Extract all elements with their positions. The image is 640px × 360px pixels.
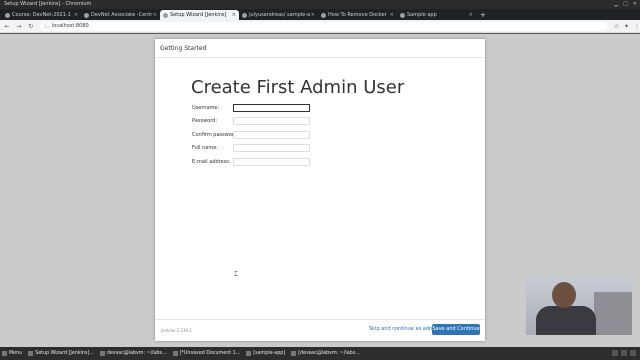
taskbar-item-label: [sample-app] <box>253 351 286 356</box>
confirm-password-label: Confirm password: <box>192 131 239 138</box>
tab-label: julyusandreas/ sample-a <box>249 12 311 18</box>
confirm-password-row: Confirm password: <box>192 128 310 142</box>
tab-setup-wizard[interactable]: Setup Wizard [Jenkins] × <box>160 10 239 20</box>
password-label: Password: <box>192 118 218 125</box>
terminal-icon <box>291 351 297 356</box>
tab-close-icon[interactable]: × <box>390 10 394 20</box>
webcam-person-head <box>552 282 576 308</box>
page-title: Create First Admin User <box>191 77 405 98</box>
browser-toolbar: ← → ↻ ⓘ localhost:8080 ☆ ✦ ⋮ <box>0 20 640 33</box>
tab-favicon-icon <box>5 13 10 18</box>
taskbar-menu[interactable]: Menu <box>2 351 22 356</box>
tab-close-icon[interactable]: × <box>469 10 473 20</box>
full-name-field[interactable] <box>233 144 310 153</box>
username-field[interactable] <box>233 103 310 112</box>
taskbar-item-label: Setup Wizard [Jenkins]... <box>35 351 94 356</box>
toolbar-icons: ☆ ✦ ⋮ <box>614 23 640 30</box>
tab-close-icon[interactable]: × <box>232 10 236 20</box>
taskbar-item-label: Menu <box>9 351 23 356</box>
window-titlebar: Setup Wizard [Jenkins] - Chromium ▁ □ ✕ <box>0 0 640 9</box>
save-and-continue-button[interactable]: Save and Continue <box>432 324 480 335</box>
full-name-row: Full name: <box>192 142 310 156</box>
tab-label: Setup Wizard [Jenkins] <box>170 12 227 18</box>
tab-label: DevNet Associate -Centr <box>91 12 153 18</box>
close-window-icon[interactable]: ✕ <box>633 0 637 9</box>
chromium-icon <box>28 351 34 356</box>
new-tab-icon[interactable]: + <box>480 10 486 20</box>
tab-favicon-icon <box>400 13 405 18</box>
tab-favicon-icon <box>242 13 247 18</box>
taskbar-item-label: [*Unsaved Document 1... <box>179 351 241 356</box>
full-name-label: Full name: <box>192 145 219 152</box>
site-info-icon[interactable]: ⓘ <box>44 23 49 30</box>
dialog-header: Getting Started <box>155 39 485 58</box>
email-row: E-mail address: <box>192 155 310 169</box>
folder-icon <box>246 351 252 356</box>
webcam-shelf <box>594 292 632 335</box>
tab-course[interactable]: Course: DevNet-2021-1 × <box>2 10 81 20</box>
password-row: Password: <box>192 115 310 129</box>
webcam-person-body <box>536 306 596 335</box>
taskbar-item-label: [devasc@labvm: ~/labs... <box>298 351 360 356</box>
tab-label: Course: DevNet-2021-1 <box>12 12 71 18</box>
text-editor-icon <box>172 351 178 356</box>
taskbar-item-editor[interactable]: [*Unsaved Document 1... <box>172 351 241 356</box>
tab-strip: Course: DevNet-2021-1 × DevNet Associate… <box>0 9 640 20</box>
setup-wizard-dialog: Getting Started Create First Admin User … <box>155 39 485 341</box>
username-label: Username: <box>192 104 220 111</box>
bookmark-star-icon[interactable]: ☆ <box>614 23 619 30</box>
back-icon[interactable]: ← <box>2 23 12 30</box>
tab-favicon-icon <box>84 13 89 18</box>
email-label: E-mail address: <box>192 158 231 165</box>
reload-icon[interactable]: ↻ <box>26 23 36 30</box>
tab-remove-docker[interactable]: How To Remove Docker × <box>318 10 397 20</box>
confirm-password-field[interactable] <box>233 130 310 139</box>
taskbar-item-label: devasc@labvm: ~/labs... <box>106 351 167 356</box>
window-controls: ▁ □ ✕ <box>614 0 637 9</box>
clock-icon[interactable] <box>630 350 636 356</box>
mouse-cursor-icon: ⌶ <box>234 271 238 278</box>
extensions-icon[interactable]: ✦ <box>624 23 629 30</box>
minimize-icon[interactable]: ▁ <box>614 0 618 9</box>
tab-close-icon[interactable]: × <box>153 10 157 20</box>
tab-label: Sample app <box>407 12 437 18</box>
tab-github-sample[interactable]: julyusandreas/ sample-a × <box>239 10 318 20</box>
taskbar-item-terminal[interactable]: devasc@labvm: ~/labs... <box>99 351 167 356</box>
os-taskbar: Menu Setup Wizard [Jenkins]... devasc@la… <box>0 347 640 360</box>
forward-icon[interactable]: → <box>14 23 24 30</box>
webcam-overlay <box>526 276 632 335</box>
skip-continue-admin-link[interactable]: Skip and continue as admin <box>369 326 438 332</box>
address-url: localhost:8080 <box>51 23 89 29</box>
maximize-icon[interactable]: □ <box>623 0 628 9</box>
tab-favicon-icon <box>321 13 326 18</box>
network-icon[interactable] <box>612 350 618 356</box>
taskbar-item-folder[interactable]: [sample-app] <box>246 351 285 356</box>
system-tray <box>612 350 636 356</box>
tab-close-icon[interactable]: × <box>311 10 315 20</box>
tab-sample-app[interactable]: Sample app × <box>397 10 476 20</box>
tab-devnet-associate[interactable]: DevNet Associate -Centr × <box>81 10 160 20</box>
terminal-icon <box>99 351 105 356</box>
window-title: Setup Wizard [Jenkins] - Chromium <box>4 1 92 7</box>
dialog-footer: Jenkins 2.319.1 Skip and continue as adm… <box>155 319 485 341</box>
admin-user-form: Username: Password: Confirm password: Fu… <box>192 101 310 169</box>
tab-favicon-icon <box>163 13 168 18</box>
taskbar-item-browser[interactable]: Setup Wizard [Jenkins]... <box>28 351 94 356</box>
menu-kebab-icon[interactable]: ⋮ <box>634 23 640 30</box>
email-field[interactable] <box>233 157 310 166</box>
taskbar-item-terminal-2[interactable]: [devasc@labvm: ~/labs... <box>291 351 360 356</box>
password-field[interactable] <box>233 117 310 126</box>
address-bar[interactable]: ⓘ localhost:8080 <box>39 21 608 31</box>
tab-close-icon[interactable]: × <box>74 10 78 20</box>
menu-icon <box>2 351 7 356</box>
tab-label: How To Remove Docker <box>328 12 387 18</box>
jenkins-version: Jenkins 2.319.1 <box>161 328 192 333</box>
username-row: Username: <box>192 101 310 115</box>
volume-icon[interactable] <box>621 350 627 356</box>
